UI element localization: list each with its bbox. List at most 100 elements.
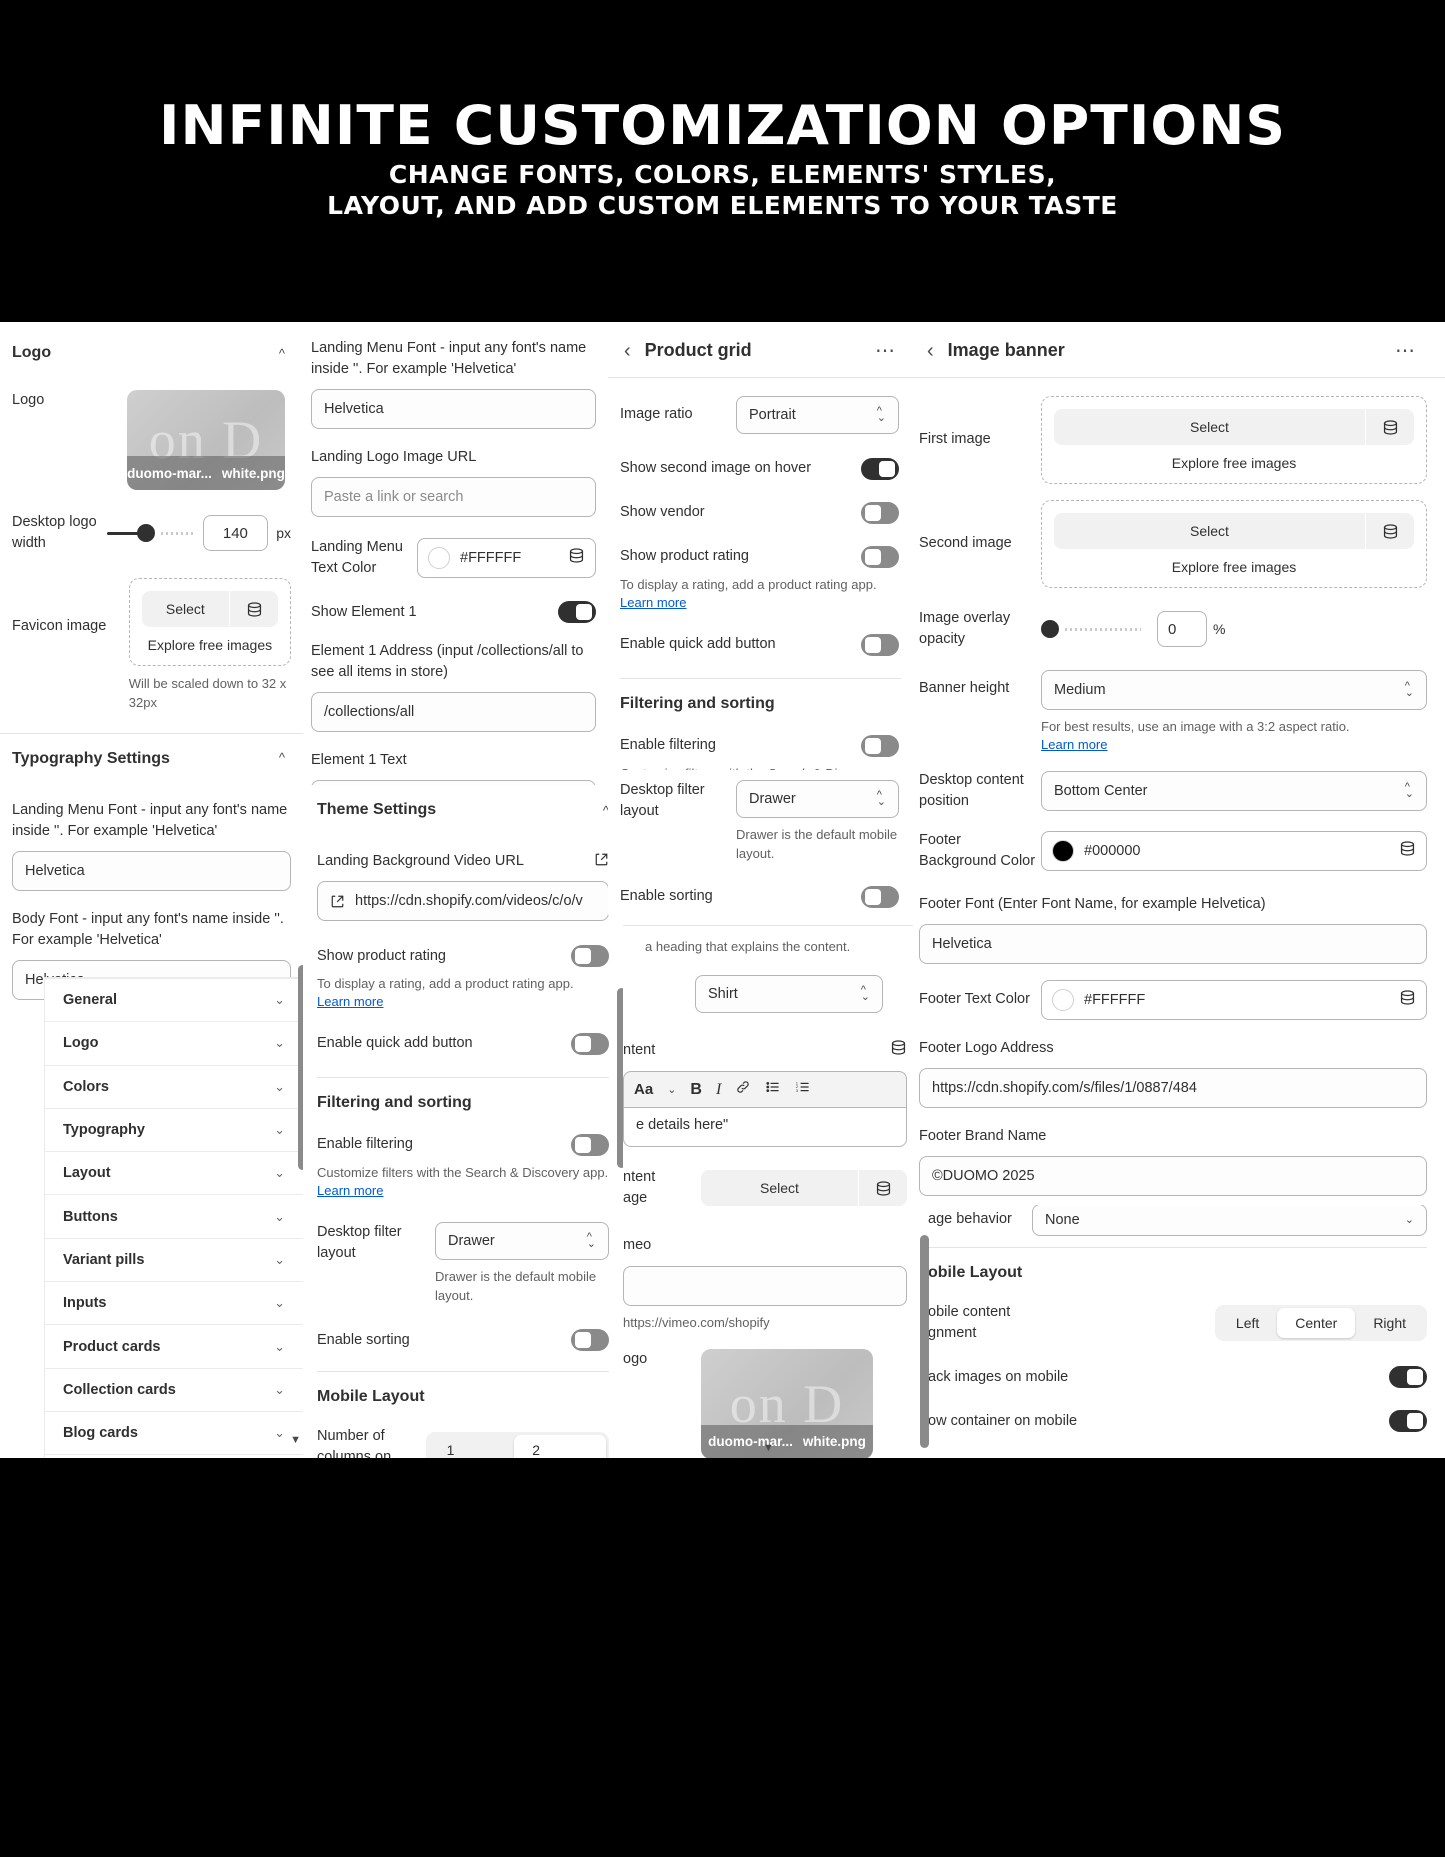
desktop-logo-width-input[interactable]: 140 (202, 515, 269, 552)
image-overlay-opacity-input[interactable]: 0 (1157, 611, 1207, 648)
show-container-mobile-toggle[interactable] (1389, 1410, 1427, 1433)
chevron-left-icon[interactable]: ‹ (927, 341, 934, 361)
text-format-icon[interactable]: Aa (634, 1081, 653, 1098)
rich-text-toolbar[interactable]: Aa ⌄ B I 1 2 3 (623, 1071, 907, 1108)
enable-sorting-toggle[interactable] (571, 1329, 609, 1352)
alignment-option-left[interactable]: Left (1218, 1308, 1277, 1338)
footer-logo-thumbnail[interactable]: on D duomo-mar... white.png (701, 1348, 873, 1458)
accordion-item-blog-cards[interactable]: Blog cards ⌄ (45, 1412, 303, 1456)
panel-4-scrollbar[interactable] (920, 1235, 929, 1448)
database-icon[interactable] (568, 547, 585, 569)
enable-filtering-toggle[interactable] (861, 734, 899, 757)
mobile-alignment-segmented[interactable]: Left Center Right (1214, 1305, 1427, 1342)
second-image-select-button[interactable]: Select (1054, 513, 1365, 549)
size-chart-type-select[interactable]: Shirt ^ ⌄ (695, 975, 883, 1014)
show-product-rating-toggle[interactable] (861, 546, 899, 568)
footer-brand-name-input[interactable]: ©DUOMO 2025 (919, 1155, 1427, 1196)
alignment-option-center[interactable]: Center (1277, 1308, 1356, 1339)
accordion-item-product-cards[interactable]: Product cards ⌄ (45, 1325, 303, 1369)
banner-height-select[interactable]: Medium ^ ⌄ (1041, 670, 1427, 711)
chevron-down-icon[interactable]: ⌄ (667, 1083, 676, 1096)
element-1-address-input[interactable]: /collections/all (311, 692, 596, 733)
first-image-explore-free-images[interactable]: Explore free images (1054, 455, 1414, 471)
accordion-item-typography[interactable]: Typography ⌄ (45, 1109, 303, 1153)
ellipsis-icon[interactable]: ⋯ (1395, 341, 1417, 361)
italic-icon[interactable]: I (716, 1081, 721, 1099)
learn-more-link[interactable]: Learn more (317, 994, 609, 1009)
accordion-item-layout[interactable]: Layout ⌄ (45, 1152, 303, 1196)
database-icon[interactable] (1366, 409, 1414, 445)
learn-more-link[interactable]: Learn more (317, 1183, 609, 1198)
database-icon[interactable] (1399, 840, 1416, 862)
slider-knob[interactable] (1041, 620, 1059, 639)
second-image-dropzone[interactable]: Select Explore free images (1041, 500, 1427, 588)
accordion-item-general[interactable]: General ⌄ (45, 979, 303, 1023)
color-swatch[interactable] (428, 547, 450, 570)
slider-knob[interactable] (136, 524, 155, 543)
accordion-item-colors[interactable]: Colors ⌄ (45, 1066, 303, 1109)
show-element-1-toggle[interactable] (558, 601, 596, 624)
accordion-item-logo[interactable]: Logo ⌄ (45, 1022, 303, 1066)
chevron-up-icon[interactable]: ^ (279, 346, 285, 361)
favicon-explore-free-images[interactable]: Explore free images (142, 637, 278, 653)
color-swatch[interactable] (1052, 839, 1074, 862)
color-swatch[interactable] (1052, 988, 1074, 1011)
second-image-explore-free-images[interactable]: Explore free images (1054, 559, 1414, 575)
enable-quick-add-toggle[interactable] (861, 633, 899, 656)
bullet-list-icon[interactable] (765, 1079, 781, 1100)
landing-menu-text-color-field[interactable]: #FFFFFF (417, 538, 596, 579)
accordion-item-buttons[interactable]: Buttons ⌄ (45, 1195, 303, 1239)
content-image-select-button[interactable]: Select (701, 1170, 858, 1207)
footer-logo-address-input[interactable]: https://cdn.shopify.com/s/files/1/0887/4… (919, 1067, 1427, 1108)
first-image-select-button[interactable]: Select (1054, 409, 1365, 445)
chevron-up-icon[interactable]: ^ (279, 750, 285, 765)
footer-bg-color-field[interactable]: #000000 (1041, 830, 1427, 871)
column-option-2[interactable]: 2 columns (514, 1434, 606, 1458)
landing-bg-video-input[interactable]: https://cdn.shopify.com/videos/c/o/v (317, 881, 609, 922)
enable-quick-add-toggle[interactable] (571, 1032, 609, 1055)
show-second-image-toggle[interactable] (861, 458, 899, 480)
first-image-dropzone[interactable]: Select Explore free images (1041, 396, 1427, 484)
landing-menu-font-input[interactable]: Helvetica (12, 850, 291, 891)
show-product-rating-toggle[interactable] (571, 945, 609, 968)
footer-text-color-field[interactable]: #FFFFFF (1041, 979, 1427, 1020)
learn-more-link[interactable]: Learn more (620, 595, 899, 610)
desktop-logo-width-slider[interactable] (106, 523, 195, 543)
footer-font-input[interactable]: Helvetica (919, 923, 1427, 964)
external-link-icon[interactable] (594, 852, 609, 872)
numbered-list-icon[interactable]: 1 2 3 (795, 1079, 811, 1100)
favicon-dropzone[interactable]: Select Explore free images (128, 578, 291, 667)
vimeo-input[interactable] (623, 1266, 907, 1307)
rich-text-body[interactable]: e details here" (623, 1107, 907, 1148)
accordion-item-variant-pills[interactable]: Variant pills ⌄ (45, 1239, 303, 1283)
database-icon[interactable] (859, 1170, 907, 1207)
database-icon[interactable] (230, 591, 278, 628)
enable-sorting-toggle[interactable] (861, 885, 899, 908)
alignment-option-right[interactable]: Right (1355, 1308, 1424, 1338)
columns-mobile-segmented[interactable]: 1 column 2 columns (425, 1431, 609, 1458)
accordion-item-collection-cards[interactable]: Collection cards ⌄ (45, 1369, 303, 1412)
show-vendor-toggle[interactable] (861, 502, 899, 524)
database-icon[interactable] (890, 1039, 907, 1061)
database-icon[interactable] (1366, 513, 1414, 549)
image-behavior-select[interactable]: None ⌄ (1032, 1205, 1427, 1236)
accordion-item-inputs[interactable]: Inputs ⌄ (45, 1282, 303, 1326)
link-icon[interactable] (735, 1079, 751, 1100)
column-option-1[interactable]: 1 column (429, 1435, 515, 1458)
landing-menu-font-input[interactable]: Helvetica (311, 389, 596, 430)
landing-logo-url-input[interactable]: Paste a link or search (311, 477, 596, 518)
chevron-left-icon[interactable]: ‹ (624, 341, 631, 361)
enable-filtering-toggle[interactable] (571, 1133, 609, 1156)
logo-thumbnail[interactable]: on D duomo-mar... white.png (127, 390, 285, 490)
desktop-filter-layout-select[interactable]: Drawer ^ ⌄ (736, 780, 899, 818)
stack-images-mobile-toggle[interactable] (1389, 1366, 1427, 1389)
favicon-select-button[interactable]: Select (141, 591, 229, 628)
bold-icon[interactable]: B (690, 1081, 702, 1099)
ellipsis-icon[interactable]: ⋯ (875, 341, 897, 361)
database-icon[interactable] (1399, 989, 1416, 1011)
image-ratio-select[interactable]: Portrait ^ ⌄ (736, 396, 899, 434)
scroll-down-caret-icon[interactable]: ▼ (763, 1442, 774, 1454)
desktop-content-position-select[interactable]: Bottom Center ^ ⌄ (1041, 770, 1427, 811)
desktop-filter-layout-select[interactable]: Drawer ^ ⌄ (435, 1221, 609, 1260)
scroll-down-caret-icon[interactable]: ▼ (290, 1434, 301, 1446)
